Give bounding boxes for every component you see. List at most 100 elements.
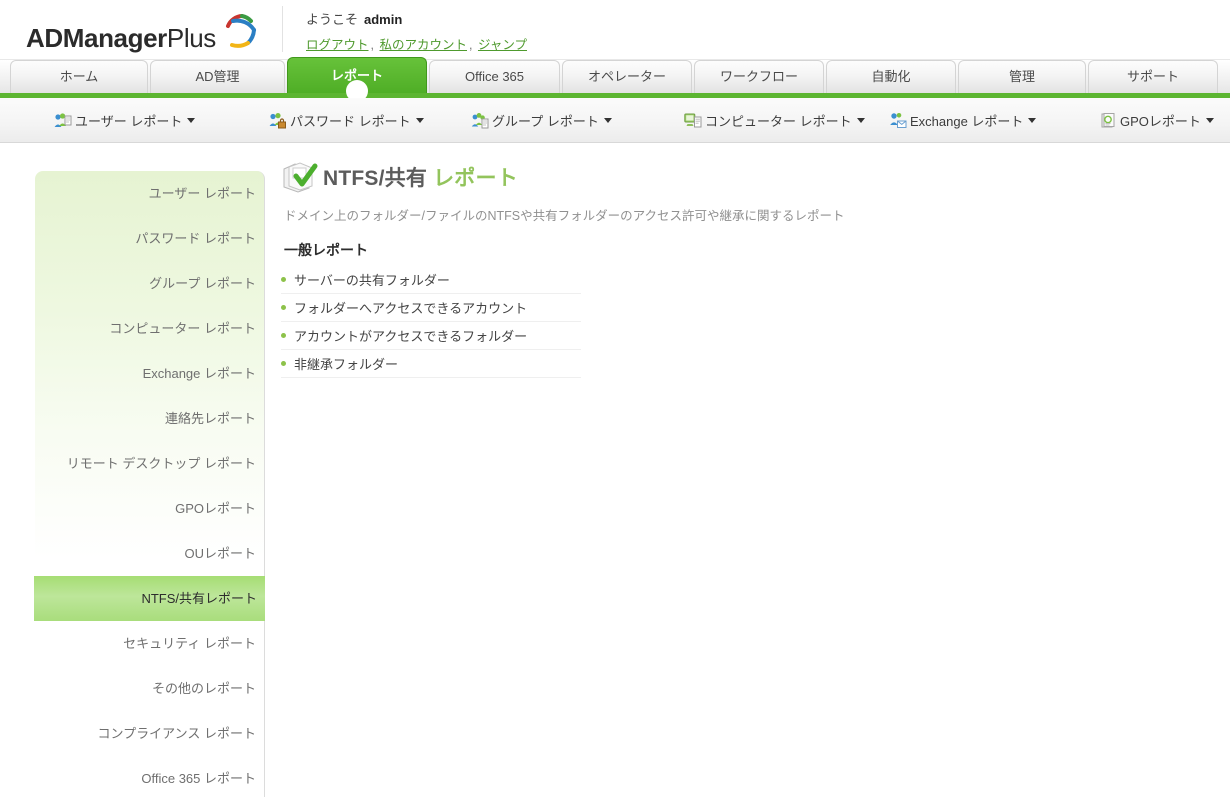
submenu-item-label: コンピューター レポート: [705, 113, 852, 129]
tab-label: ワークフロー: [719, 69, 798, 84]
main-content: NTFS/共有 レポート ドメイン上のフォルダー/ファイルのNTFSや共有フォル…: [281, 155, 1220, 378]
header-links: ログアウト, 私のアカウント, ジャンプ: [306, 34, 527, 53]
page-title-text: NTFS/共有 レポート: [323, 162, 518, 192]
users-lock-icon: [269, 112, 287, 129]
report-link-non-inherited-folders[interactable]: 非継承フォルダー: [281, 350, 581, 378]
tab-operator[interactable]: オペレーター: [562, 60, 692, 93]
sidebar-item-gpo-reports[interactable]: GPOレポート: [35, 486, 264, 531]
chevron-down-icon[interactable]: [856, 117, 865, 123]
logo-text-sub: Plus: [166, 23, 216, 53]
submenu-user-reports[interactable]: ユーザー レポート: [50, 111, 199, 130]
sidebar-item-label: コンプライアンス レポート: [97, 726, 256, 741]
computer-document-icon: [684, 112, 702, 129]
tab-label: AD管理: [195, 69, 240, 84]
jump-link[interactable]: ジャンプ: [478, 38, 527, 52]
sidebar-item-remote-desktop-reports[interactable]: リモート デスクトップ レポート: [35, 441, 264, 486]
reports-sidebar: ユーザー レポートパスワード レポートグループ レポートコンピューター レポート…: [34, 171, 265, 798]
submenu-exchange-reports[interactable]: Exchange レポート: [885, 111, 1040, 130]
sidebar-item-other-reports[interactable]: その他のレポート: [35, 666, 264, 711]
page-title: NTFS/共有 レポート: [281, 155, 1220, 199]
submenu-group-reports[interactable]: グループ レポート: [467, 111, 616, 130]
bullet-icon: [281, 333, 286, 338]
chevron-down-icon[interactable]: [603, 117, 612, 123]
logout-link[interactable]: ログアウト: [306, 38, 369, 52]
tab-automation[interactable]: 自動化: [826, 60, 956, 93]
sidebar-item-label: パスワード レポート: [135, 231, 256, 246]
sidebar-item-computer-reports[interactable]: コンピューター レポート: [35, 306, 264, 351]
reports-submenu-bar: ユーザー レポート パスワード レポート グループ レポート コンピューター レポート…: [0, 98, 1230, 143]
primary-tab-bar: ホーム AD管理 レポート Office 365 オペレーター ワークフロー 自動化 管理 サポ…: [0, 57, 1230, 102]
tab-admin[interactable]: 管理: [958, 60, 1086, 93]
submenu-item-label: パスワード レポート: [290, 113, 411, 129]
sidebar-item-label: Exchange レポート: [142, 366, 256, 381]
sidebar-item-compliance-reports[interactable]: コンプライアンス レポート: [35, 711, 264, 756]
document-check-icon: [281, 160, 319, 194]
tab-label: Office 365: [464, 69, 525, 84]
submenu-computer-reports[interactable]: コンピューター レポート: [680, 111, 869, 130]
welcome-message: ようこそ admin: [306, 9, 402, 28]
link-separator-2: ,: [469, 38, 473, 52]
user-mail-icon: [889, 112, 907, 129]
page-title-plain: NTFS/共有: [323, 167, 428, 190]
bullet-icon: [281, 277, 286, 282]
submenu-item-label: ユーザー レポート: [75, 113, 183, 129]
sidebar-item-office365-reports[interactable]: Office 365 レポート: [35, 756, 264, 798]
report-link-accounts-with-folder-access[interactable]: フォルダーへアクセスできるアカウント: [281, 294, 581, 322]
sidebar-item-user-reports[interactable]: ユーザー レポート: [35, 171, 264, 216]
sidebar-item-exchange-reports[interactable]: Exchange レポート: [35, 351, 264, 396]
sidebar-item-label: 連絡先レポート: [164, 411, 256, 426]
chevron-down-icon[interactable]: [187, 117, 196, 123]
sidebar-item-security-reports[interactable]: セキュリティ レポート: [35, 621, 264, 666]
report-link-list: サーバーの共有フォルダーフォルダーへアクセスできるアカウント アカウントがアクセス…: [281, 266, 581, 378]
sidebar-item-label: NTFS/共有レポート: [141, 591, 257, 606]
chevron-down-icon[interactable]: [415, 117, 424, 123]
report-link-server-shared-folders[interactable]: サーバーの共有フォルダー: [281, 266, 581, 294]
chevron-down-icon[interactable]: [1205, 117, 1214, 123]
sidebar-item-password-reports[interactable]: パスワード レポート: [35, 216, 264, 261]
sidebar-item-ou-reports[interactable]: OUレポート: [35, 531, 264, 576]
tab-ad-management[interactable]: AD管理: [150, 60, 285, 93]
tab-label: レポート: [330, 68, 383, 83]
page-body: ユーザー レポートパスワード レポートグループ レポートコンピューター レポート…: [0, 143, 1230, 797]
tab-label: オペレーター: [587, 69, 666, 84]
report-link-label: 非継承フォルダー: [294, 357, 399, 372]
tab-office-365[interactable]: Office 365: [429, 60, 560, 93]
submenu-item-label: グループ レポート: [492, 113, 599, 129]
section-heading: 一般レポート: [284, 242, 368, 258]
chevron-down-icon[interactable]: [1028, 117, 1037, 123]
my-account-link[interactable]: 私のアカウント: [379, 38, 467, 52]
link-separator-1: ,: [370, 38, 374, 52]
submenu-password-reports[interactable]: パスワード レポート: [265, 111, 428, 130]
bullet-icon: [281, 361, 286, 366]
tab-support[interactable]: サポート: [1088, 60, 1218, 93]
sidebar-item-label: グループ レポート: [149, 276, 256, 291]
submenu-item-label: Exchange レポート: [910, 113, 1024, 129]
app-logo[interactable]: ADManagerPlus: [26, 8, 262, 53]
bullet-icon: [281, 305, 286, 310]
report-link-folders-accessible-by-account[interactable]: アカウントがアクセスできるフォルダー: [281, 322, 581, 350]
tab-reports[interactable]: レポート: [287, 57, 427, 102]
sidebar-item-label: コンピューター レポート: [109, 321, 256, 336]
header-divider: [282, 6, 283, 52]
sidebar-item-ntfs-share-reports[interactable]: NTFS/共有レポート: [34, 576, 265, 621]
sidebar-item-label: GPOレポート: [175, 501, 256, 516]
sidebar-item-label: Office 365 レポート: [141, 771, 256, 786]
rainbow-swoosh-icon: [218, 8, 262, 57]
report-link-label: フォルダーへアクセスできるアカウント: [294, 301, 528, 316]
tab-home[interactable]: ホーム: [10, 60, 148, 93]
sidebar-item-label: OUレポート: [184, 546, 256, 561]
page-title-accent: レポート: [433, 167, 518, 190]
sidebar-item-contact-reports[interactable]: 連絡先レポート: [35, 396, 264, 441]
logo-text-main: ADManager: [26, 23, 167, 53]
app-header: ADManagerPlus ようこそ admin ログアウト, 私のアカウント, …: [0, 0, 1230, 60]
sidebar-item-label: セキュリティ レポート: [123, 636, 256, 651]
tab-workflow[interactable]: ワークフロー: [694, 60, 824, 93]
sidebar-item-label: リモート デスクトップ レポート: [66, 456, 256, 471]
tab-label: 管理: [1008, 69, 1035, 84]
submenu-gpo-reports[interactable]: GPOレポート: [1095, 111, 1218, 130]
sidebar-item-group-reports[interactable]: グループ レポート: [35, 261, 264, 306]
report-link-label: アカウントがアクセスできるフォルダー: [294, 329, 528, 344]
tab-label: 自動化: [871, 69, 911, 84]
report-link-label: サーバーの共有フォルダー: [294, 273, 450, 288]
gpo-scroll-icon: [1099, 112, 1117, 129]
